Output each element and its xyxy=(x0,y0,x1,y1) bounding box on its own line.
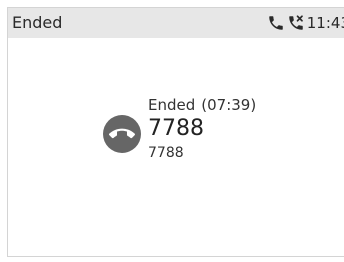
missed-call-icon xyxy=(287,14,305,32)
call-text: Ended (07:39) 7788 7788 xyxy=(148,96,256,162)
call-status: Ended xyxy=(148,96,196,114)
phone-icon xyxy=(267,14,285,32)
status-bar: Ended 11:43 xyxy=(8,8,344,38)
call-screen: Ended 11:43 Ended (07:39) xyxy=(7,7,344,257)
call-info: Ended (07:39) 7788 7788 xyxy=(101,96,301,178)
contact-number: 7788 xyxy=(148,145,184,161)
call-duration: (07:39) xyxy=(201,96,257,114)
call-status-line: Ended (07:39) xyxy=(148,96,256,114)
contact-name: 7788 xyxy=(148,116,204,141)
status-title: Ended xyxy=(12,13,63,32)
status-indicators: 11:43 xyxy=(267,13,344,33)
clock-time: 11:43 xyxy=(306,14,344,32)
hang-up-icon xyxy=(103,115,141,153)
